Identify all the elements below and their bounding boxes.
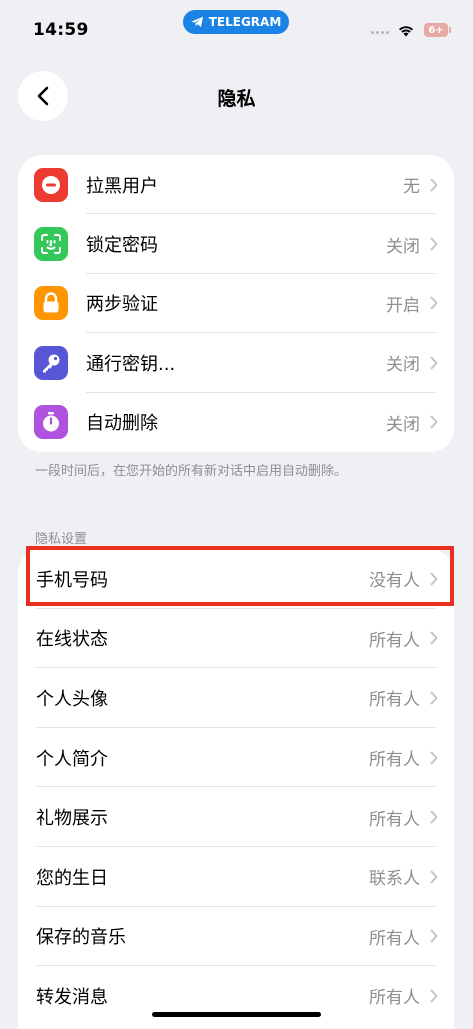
chevron-right-icon	[430, 810, 438, 824]
row-value: 关闭	[386, 414, 420, 435]
profile-photo-row[interactable]: 个人头像 所有人	[18, 668, 454, 728]
two-step-verification-row[interactable]: 两步验证 开启	[18, 274, 454, 334]
row-label: 个人头像	[36, 688, 108, 710]
gifts-row[interactable]: 礼物展示 所有人	[18, 787, 454, 847]
row-value: 所有人	[369, 988, 420, 1009]
wifi-icon	[399, 26, 413, 37]
row-label: 礼物展示	[36, 808, 108, 830]
block-icon	[34, 167, 68, 202]
bio-row[interactable]: 个人简介 所有人	[18, 728, 454, 788]
lock-icon	[34, 286, 68, 321]
telegram-pill-label: TELEGRAM	[208, 15, 282, 29]
row-label: 自动删除	[86, 413, 158, 435]
highlight-annotation-box	[26, 546, 454, 606]
privacy-section-header: 隐私设置	[35, 532, 88, 547]
row-value: 所有人	[369, 750, 420, 771]
chevron-right-icon	[430, 691, 438, 705]
timer-icon	[34, 405, 68, 440]
row-value: 所有人	[369, 809, 420, 830]
blocked-users-row[interactable]: 拉黑用户 无	[18, 155, 454, 215]
chevron-right-icon	[430, 415, 438, 429]
row-value: 关闭	[386, 355, 420, 376]
birthday-row[interactable]: 您的生日 联系人	[18, 847, 454, 907]
chevron-right-icon	[430, 929, 438, 943]
row-label: 保存的音乐	[36, 927, 126, 949]
row-value: 关闭	[386, 236, 420, 257]
row-label: 两步验证	[86, 294, 158, 316]
face-id-icon	[34, 227, 68, 262]
cellular-dots-icon	[371, 31, 391, 35]
row-value: 所有人	[369, 928, 420, 949]
row-value: 开启	[386, 295, 420, 316]
chevron-right-icon	[430, 989, 438, 1003]
auto-delete-row[interactable]: 自动删除 关闭	[18, 393, 454, 452]
telegram-icon	[191, 16, 203, 27]
chevron-right-icon	[430, 870, 438, 884]
row-value: 无	[403, 177, 420, 198]
passcode-lock-row[interactable]: 锁定密码 关闭	[18, 214, 454, 274]
chevron-right-icon	[430, 631, 438, 645]
row-label: 锁定密码	[86, 235, 158, 257]
row-value: 所有人	[369, 690, 420, 711]
status-bar: 14:59 TELEGRAM 6+	[0, 0, 473, 56]
security-card: 拉黑用户 无 锁定密码 关闭 两步验证 开启 通行密钥... 关闭 自动删除 关…	[18, 155, 454, 452]
page-title: 隐私	[217, 88, 256, 110]
battery-label: 6+	[428, 24, 444, 36]
row-label: 转发消息	[36, 986, 108, 1008]
row-label: 您的生日	[36, 867, 108, 889]
home-indicator	[152, 1012, 321, 1017]
row-label: 个人简介	[36, 748, 108, 770]
chevron-right-icon	[430, 751, 438, 765]
telegram-pill[interactable]: TELEGRAM	[183, 10, 289, 34]
chevron-right-icon	[430, 237, 438, 251]
row-label: 拉黑用户	[86, 175, 158, 197]
chevron-right-icon	[430, 296, 438, 310]
row-label: 在线状态	[36, 629, 108, 651]
status-time: 14:59	[33, 20, 89, 40]
key-icon	[34, 345, 68, 380]
passkeys-row[interactable]: 通行密钥... 关闭	[18, 333, 454, 393]
row-label: 通行密钥...	[86, 353, 176, 375]
saved-music-row[interactable]: 保存的音乐 所有人	[18, 907, 454, 967]
chevron-right-icon	[430, 178, 438, 192]
privacy-card: 手机号码 没有人 在线状态 所有人 个人头像 所有人 个人简介 所有人 礼物展示…	[18, 549, 454, 1029]
battery-icon: 6+	[424, 23, 451, 37]
last-seen-online-row[interactable]: 在线状态 所有人	[18, 609, 454, 669]
auto-delete-footnote: 一段时间后，在您开始的所有新对话中启用自动删除。	[35, 464, 348, 479]
chevron-right-icon	[430, 356, 438, 370]
row-value: 所有人	[369, 630, 420, 651]
row-value: 联系人	[369, 869, 420, 890]
